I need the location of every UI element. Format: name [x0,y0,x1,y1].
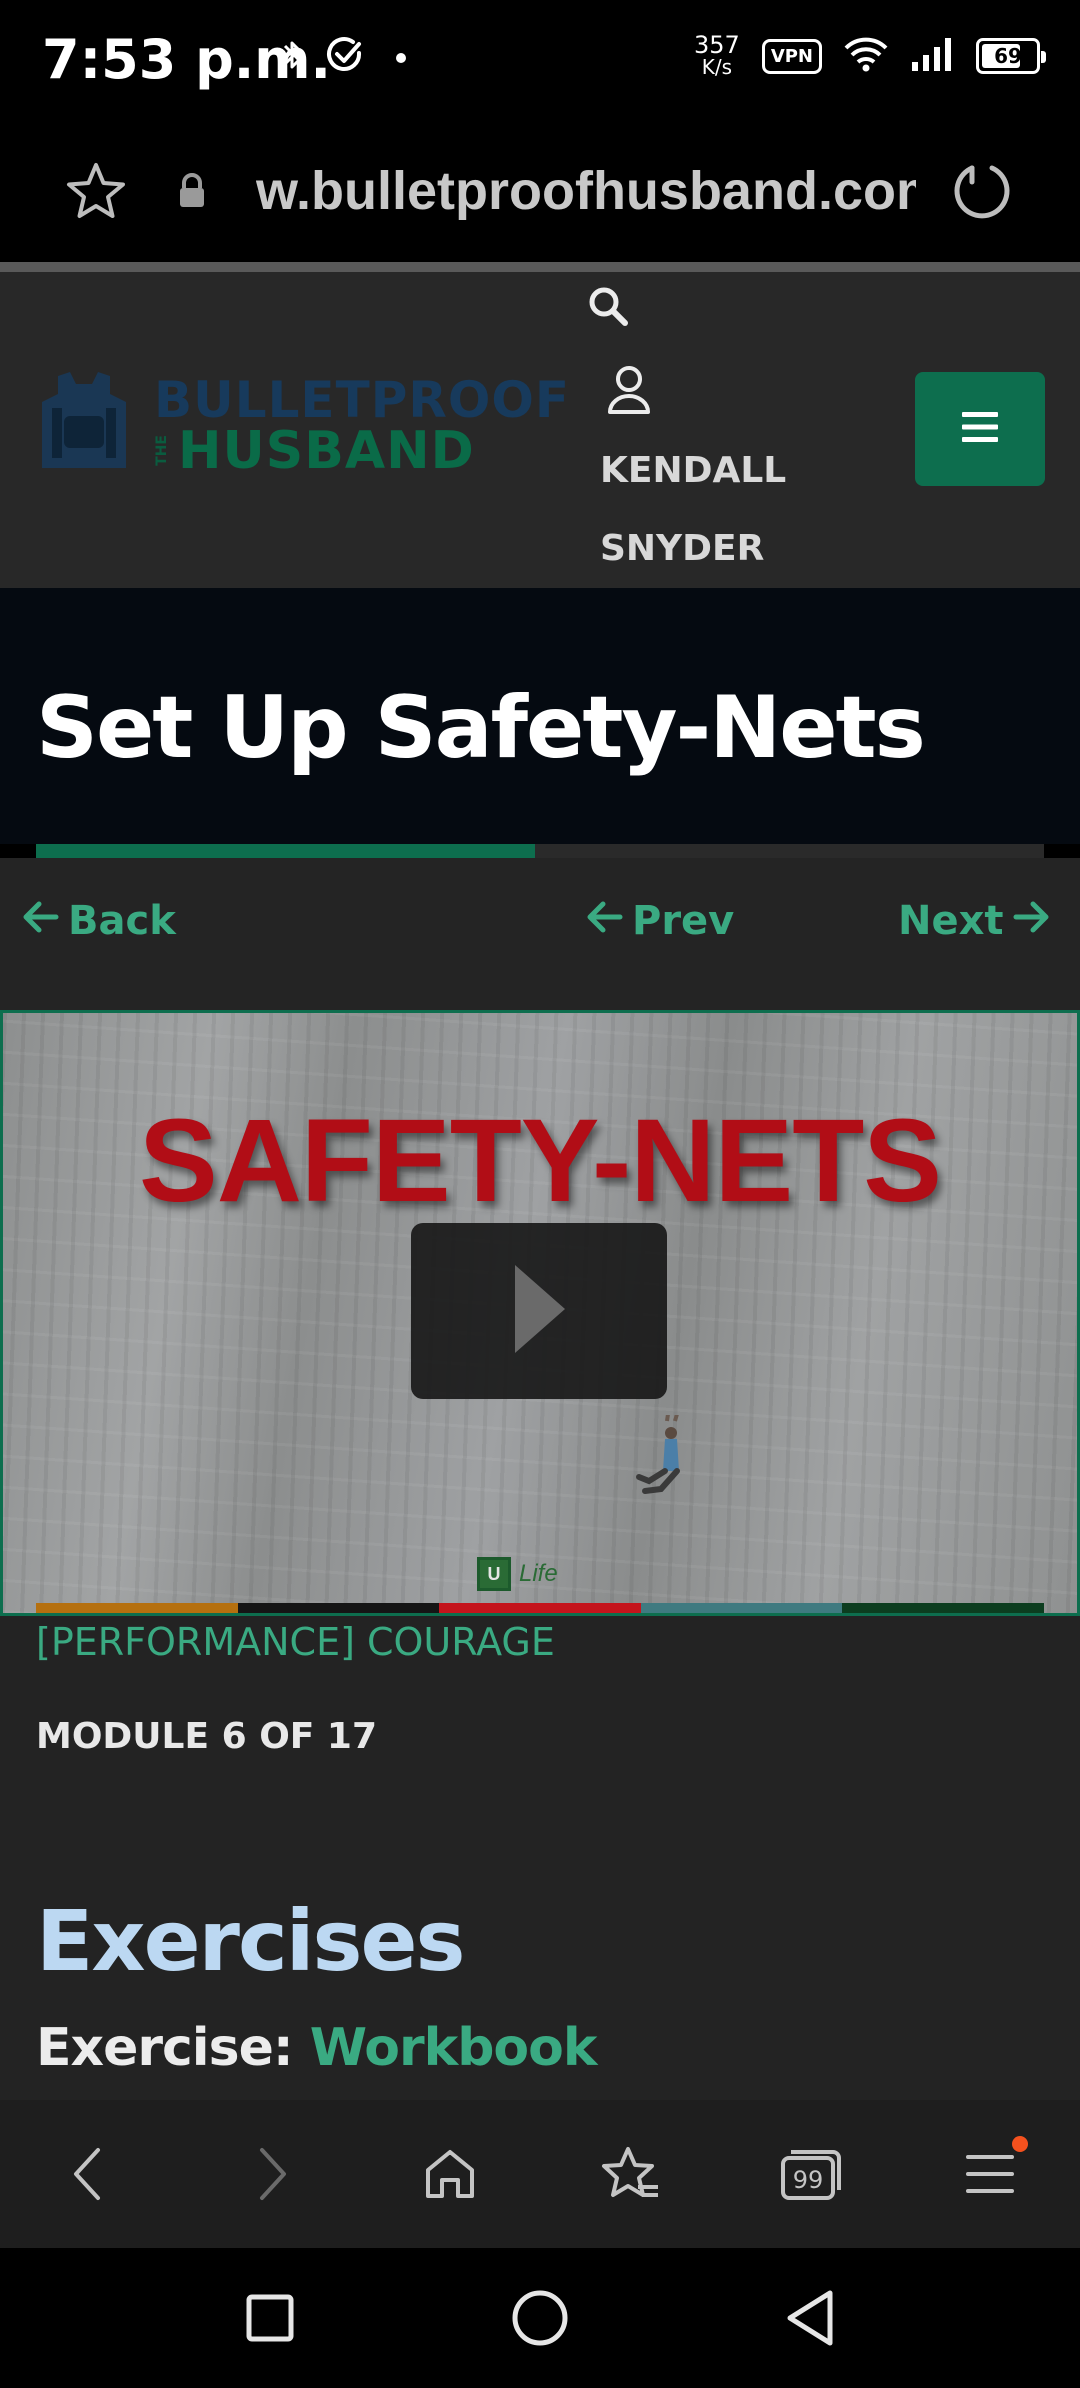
module-count: MODULE 6 OF 17 [36,1716,378,1757]
next-label: Next [898,898,1004,944]
menu-button[interactable] [915,372,1045,486]
bluetooth-icon [282,37,304,78]
video-logo-mark: U [477,1557,511,1591]
network-speed: 357 K/s [694,33,740,79]
exercise-workbook-link[interactable]: Workbook [310,2018,598,2078]
play-icon [509,1263,569,1360]
signal-icon [910,36,954,77]
status-bar: 7:53 p.m. 357 K/s VPN 69 [0,0,1080,120]
user-name[interactable]: KENDALL SNYDER [600,432,800,588]
video-color-stripe-segment-5 [842,1603,1044,1613]
climber-figure [631,1406,701,1510]
page-title: Set Up Safety-Nets [36,678,926,778]
video-logo-text: Life [519,1560,558,1587]
battery-level: 69 [994,44,1022,68]
reload-icon[interactable] [952,160,1014,227]
bookmarks-icon[interactable] [598,2142,662,2206]
site-logo[interactable]: BULLETPROOF THE HUSBAND [36,368,570,483]
exercises-heading: Exercises [36,1892,466,1990]
user-icon[interactable] [606,364,652,421]
lesson-content: [PERFORMANCE] COURAGE MODULE 6 OF 17 Exe… [0,1616,1080,2100]
logo-text-bottom: THE HUSBAND [154,425,570,477]
url-bar: w.bulletproofhusband.com [0,120,1080,260]
star-icon[interactable] [66,162,126,225]
browser-toolbar: 99 [0,2100,1080,2248]
play-button[interactable] [411,1223,667,1399]
menu-icon[interactable] [958,2136,1028,2206]
logo-text-the: THE [154,435,170,466]
hamburger-icon [960,410,1000,449]
exercise-label: Exercise: [36,2018,310,2078]
exercise-item: Exercise: Workbook [36,2018,598,2078]
video-color-stripe-segment-1 [36,1603,238,1613]
back-link[interactable]: Back [22,898,176,944]
video-watermark-logo: U Life [477,1557,558,1591]
home-circle-icon[interactable] [506,2284,574,2352]
network-speed-unit: K/s [701,55,733,79]
url-text[interactable]: w.bulletproofhusband.com [256,160,916,222]
arrow-left-icon [586,898,624,944]
battery-icon: 69 [976,38,1046,74]
logo-text-husband: HUSBAND [178,420,475,481]
lesson-progress-fill [36,844,535,858]
video-color-stripe [36,1603,1044,1613]
course-link[interactable]: [PERFORMANCE] COURAGE [36,1620,555,1664]
check-circle-icon [326,36,364,79]
video-color-stripe-segment-4 [640,1603,843,1613]
video-color-stripe-segment-2 [237,1603,440,1613]
arrow-right-icon [1012,898,1050,944]
status-right-icons: 357 K/s VPN 69 [694,33,1046,79]
vpn-badge: VPN [761,38,822,74]
home-icon[interactable] [418,2142,482,2206]
status-left-icons [282,36,416,79]
search-icon[interactable] [586,284,630,333]
lesson-progress-bar [36,844,1044,858]
wifi-icon [844,36,888,77]
forward-arrow-icon[interactable] [240,2142,304,2206]
back-label: Back [68,898,176,944]
logo-text-bulletproof: BULLETPROOF [154,370,571,429]
system-nav-bar [0,2248,1080,2388]
tabs-icon[interactable]: 99 [778,2142,842,2206]
recents-icon[interactable] [236,2284,304,2352]
lesson-video[interactable]: SAFETY-NETS U Life [0,1010,1080,1616]
site-header: BULLETPROOF THE HUSBAND KENDALL SNYDER [0,272,1080,588]
video-title-text: SAFETY-NETS [139,1095,942,1227]
back-arrow-icon[interactable] [56,2142,120,2206]
prev-link[interactable]: Prev [586,898,734,944]
vest-logo-icon [36,368,132,483]
prev-label: Prev [632,898,735,944]
lesson-nav: Back Prev Next [0,858,1080,1010]
lock-icon [176,172,208,215]
lesson-title-band: Set Up Safety-Nets [0,588,1080,844]
dot-icon [386,36,416,79]
notification-dot [1012,2136,1028,2152]
video-color-stripe-segment-3 [439,1603,641,1613]
back-triangle-icon[interactable] [776,2284,844,2352]
logo-wordmark: BULLETPROOF THE HUSBAND [154,375,570,477]
arrow-left-icon [22,898,60,944]
url-bar-divider [0,262,1080,272]
next-link[interactable]: Next [898,898,1050,944]
svg-text:99: 99 [793,2166,824,2194]
